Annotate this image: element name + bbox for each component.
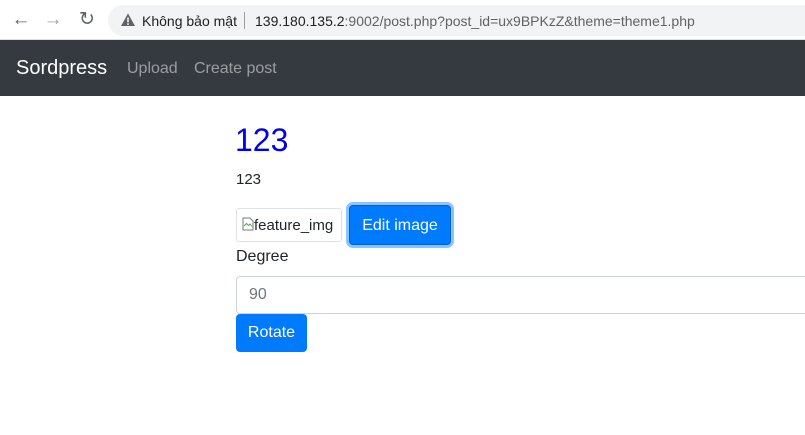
edit-image-button[interactable]: Edit image <box>349 205 451 245</box>
degree-input[interactable]: 90 <box>236 276 805 314</box>
reload-icon[interactable]: ↻ <box>76 9 98 31</box>
site-navbar: Sordpress Upload Create post <box>0 40 805 96</box>
browser-toolbar: ← → ↻ Không bảo mật 139.180.135.2:9002/p… <box>0 0 805 40</box>
address-bar[interactable]: Không bảo mật 139.180.135.2:9002/post.ph… <box>108 5 805 36</box>
back-arrow-icon[interactable]: ← <box>10 9 32 31</box>
degree-label: Degree <box>236 248 289 265</box>
url-text[interactable]: 139.180.135.2:9002/post.php?post_id=ux9B… <box>255 13 695 29</box>
security-status-label[interactable]: Không bảo mật <box>142 13 237 29</box>
site-brand[interactable]: Sordpress <box>16 57 107 80</box>
url-path: :9002/post.php?post_id=ux9BPKzZ&theme=th… <box>344 13 695 29</box>
broken-image-icon <box>242 217 254 231</box>
url-host: 139.180.135.2 <box>255 13 345 29</box>
feature-image-alt-text: feature_img <box>254 217 334 234</box>
forward-arrow-icon[interactable]: → <box>42 9 64 31</box>
feature-image: feature_img <box>236 208 342 242</box>
warning-icon[interactable] <box>120 12 136 28</box>
nav-link-create-post[interactable]: Create post <box>194 60 277 78</box>
post-title-link[interactable]: 123 <box>235 122 288 159</box>
nav-link-upload[interactable]: Upload <box>127 60 178 78</box>
post-body: 123 <box>236 171 262 188</box>
rotate-button[interactable]: Rotate <box>236 314 307 352</box>
address-divider <box>244 12 245 29</box>
